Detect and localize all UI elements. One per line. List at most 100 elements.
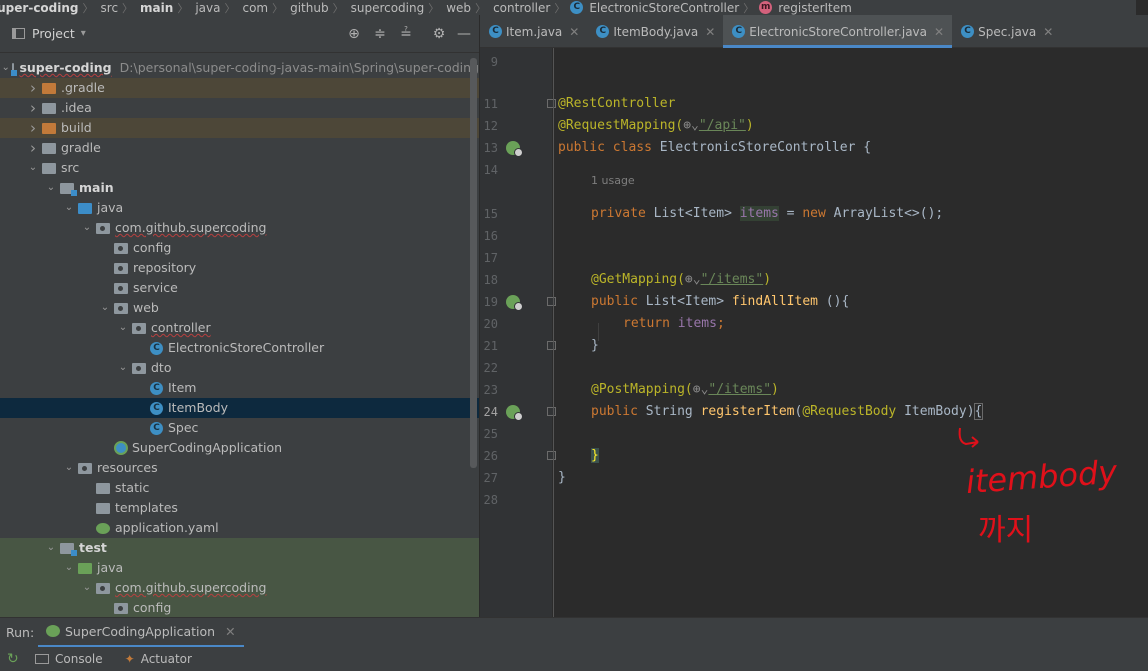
project-panel-icon <box>12 28 25 39</box>
chevron-down-icon[interactable]: ⌄ <box>1 58 9 78</box>
breadcrumb-item[interactable]: supercoding 〉 <box>349 0 445 15</box>
close-icon[interactable]: ✕ <box>225 624 235 639</box>
tree-item[interactable]: ⌄ super-coding D:\personal\super-coding-ja… <box>0 58 479 78</box>
chevron-down-icon[interactable]: ⌄ <box>80 218 94 238</box>
tree-item[interactable]: C Item <box>0 378 479 398</box>
tree-item[interactable]: ⌄ java <box>0 198 479 218</box>
breadcrumb-item[interactable]: src 〉 <box>99 0 139 15</box>
chevron-right-icon[interactable]: › <box>26 118 40 138</box>
tree-item-label: application.yaml <box>115 520 219 535</box>
tree-item[interactable]: C Spec <box>0 418 479 438</box>
package-icon <box>114 242 128 254</box>
tree-item[interactable]: › build <box>0 118 479 138</box>
console-tab[interactable]: Console <box>35 652 103 666</box>
chevron-down-icon[interactable]: ⌄ <box>44 538 58 558</box>
tree-item[interactable]: ⌄ src <box>0 158 479 178</box>
tree-item[interactable]: C ElectronicStoreController <box>0 338 479 358</box>
tree-item[interactable]: ⌄ controller <box>0 318 479 338</box>
chevron-down-icon[interactable]: ⌄ <box>62 198 76 218</box>
close-icon[interactable]: ✕ <box>705 25 715 39</box>
expand-all-icon[interactable]: ≑ <box>372 26 388 42</box>
chevron-down-icon[interactable]: ⌄ <box>26 158 40 178</box>
tree-item[interactable]: ⌄ test <box>0 538 479 558</box>
chevron-right-icon: 〉 <box>224 1 236 15</box>
tree-item[interactable]: application.yaml <box>0 518 479 538</box>
chevron-right-icon: 〉 <box>122 1 134 15</box>
tree-item[interactable]: static <box>0 478 479 498</box>
handwriting-line-1: itembody <box>965 453 1120 502</box>
usage-hint[interactable]: 1 usage <box>591 170 635 192</box>
actuator-tab[interactable]: ✦ Actuator <box>125 652 192 666</box>
editor-tab[interactable]: C ElectronicStoreController.java ✕ <box>723 15 953 48</box>
tree-item[interactable]: › .gradle <box>0 78 479 98</box>
project-scrollbar[interactable] <box>470 58 477 468</box>
locate-file-icon[interactable]: ⊕ <box>346 26 362 42</box>
tree-item[interactable]: ⌄ resources <box>0 458 479 478</box>
tree-item[interactable]: › gradle <box>0 138 479 158</box>
chevron-down-icon[interactable]: ⌄ <box>80 578 94 598</box>
tree-item[interactable]: ⌄ main <box>0 178 479 198</box>
collapse-all-icon[interactable]: ≟ <box>398 26 414 42</box>
chevron-down-icon[interactable]: ▾ <box>81 28 86 39</box>
chevron-right-icon[interactable]: › <box>26 98 40 118</box>
tree-item[interactable]: repository <box>0 258 479 278</box>
breadcrumb-item[interactable]: m registerItem <box>759 1 854 15</box>
chevron-down-icon[interactable]: ⌄ <box>62 558 76 578</box>
tree-item[interactable]: ⌄ dto <box>0 358 479 378</box>
tree-item[interactable]: config <box>0 238 479 258</box>
resources-folder-icon <box>78 462 92 474</box>
line-number: 21 <box>483 339 498 353</box>
tree-item[interactable]: ⌄ com.github.supercoding <box>0 578 479 598</box>
tree-item[interactable]: C ItemBody <box>0 398 479 418</box>
editor-tab[interactable]: C ItemBody.java ✕ <box>587 15 723 48</box>
class-icon: C <box>489 25 502 38</box>
chevron-down-icon[interactable]: ⌄ <box>44 178 58 198</box>
class-icon: C <box>596 25 610 38</box>
breadcrumb-item[interactable]: github 〉 <box>288 0 348 15</box>
tree-item[interactable]: service <box>0 278 479 298</box>
spring-bean-gutter-icon[interactable] <box>506 141 523 157</box>
close-icon[interactable]: ✕ <box>934 25 944 39</box>
chevron-down-icon[interactable]: ⌄ <box>116 358 130 378</box>
tree-item-label: .idea <box>61 100 92 115</box>
chevron-down-icon[interactable]: ⌄ <box>116 318 130 338</box>
rerun-icon[interactable]: ↻ <box>7 652 21 666</box>
tree-item-label: java <box>97 200 124 215</box>
chevron-right-icon[interactable]: › <box>26 138 40 158</box>
breadcrumb-item[interactable]: controller 〉 <box>491 0 570 15</box>
tree-item-label: SuperCodingApplication <box>132 440 283 455</box>
chevron-right-icon[interactable]: › <box>26 78 40 98</box>
code-line-27: } <box>558 470 566 485</box>
breadcrumb-item[interactable]: com 〉 <box>240 0 288 15</box>
line-number: 25 <box>483 427 498 441</box>
close-icon[interactable]: ✕ <box>1043 25 1053 39</box>
spring-bean-gutter-icon[interactable] <box>506 295 523 311</box>
breadcrumb-item[interactable]: super-coding〉 <box>0 0 99 15</box>
yaml-file-icon <box>96 522 110 534</box>
tree-item[interactable]: config <box>0 598 479 617</box>
breadcrumb-item[interactable]: main 〉 <box>138 0 193 15</box>
breadcrumb-item[interactable]: web 〉 <box>444 0 491 15</box>
breadcrumb-item[interactable]: C ElectronicStoreController 〉 <box>570 0 759 15</box>
breadcrumb-item[interactable]: java 〉 <box>193 0 240 15</box>
folder-icon <box>42 102 56 114</box>
close-icon[interactable]: ✕ <box>569 25 579 39</box>
line-number: 15 <box>483 207 498 221</box>
spring-bean-gutter-icon[interactable] <box>506 405 523 421</box>
run-config-tab[interactable]: SuperCodingApplication ✕ <box>38 618 244 648</box>
editor-tab[interactable]: C Spec.java ✕ <box>952 15 1061 48</box>
tree-item[interactable]: ⌄ web <box>0 298 479 318</box>
tree-item[interactable]: ⌄ java <box>0 558 479 578</box>
chevron-down-icon[interactable]: ⌄ <box>98 298 112 318</box>
tree-item[interactable]: › .idea <box>0 98 479 118</box>
tree-item[interactable]: ⌄ com.github.supercoding <box>0 218 479 238</box>
line-number: 20 <box>483 317 498 331</box>
gear-icon[interactable]: ⚙ <box>431 26 447 42</box>
editor-tab[interactable]: C Item.java ✕ <box>480 15 587 48</box>
line-number: 22 <box>483 361 498 375</box>
project-view-selector[interactable]: Project <box>32 26 75 41</box>
chevron-down-icon[interactable]: ⌄ <box>62 458 76 478</box>
tree-item[interactable]: templates <box>0 498 479 518</box>
hide-panel-icon[interactable]: — <box>456 26 472 42</box>
tree-item[interactable]: SuperCodingApplication <box>0 438 479 458</box>
